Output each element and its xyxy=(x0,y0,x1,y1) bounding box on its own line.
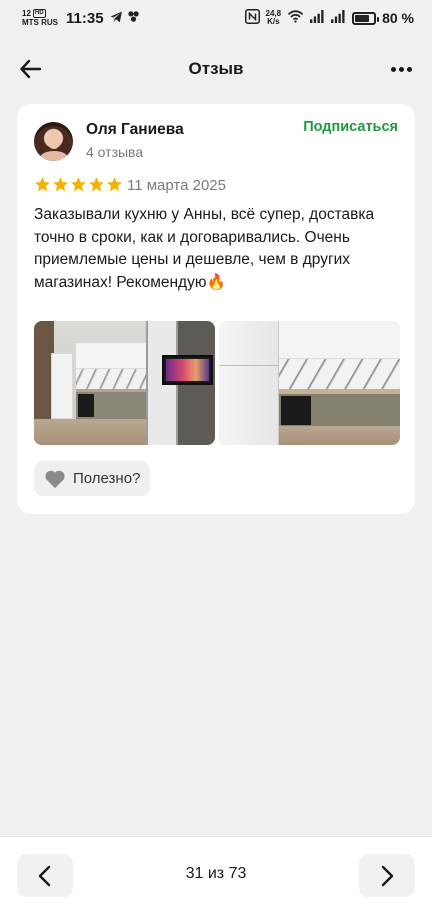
next-review-button[interactable] xyxy=(359,854,415,897)
more-menu-icon[interactable] xyxy=(388,56,414,82)
nfc-icon xyxy=(244,9,260,27)
star-icon xyxy=(88,176,105,193)
heart-icon xyxy=(44,469,66,489)
helpful-label: Полезно? xyxy=(73,470,141,487)
status-bar: 12 HD MTS RUS 11:35 24,8 K/s 80 % xyxy=(0,0,432,36)
clover-icon xyxy=(127,10,140,26)
reviewer-reviews-count: 4 отзыва xyxy=(86,144,144,160)
review-photo[interactable] xyxy=(34,321,215,445)
clock: 11:35 xyxy=(66,9,104,27)
star-icon xyxy=(106,176,123,193)
subscribe-button[interactable]: Подписаться xyxy=(303,119,398,135)
battery-percent: 80 % xyxy=(382,10,414,26)
page-title: Отзыв xyxy=(188,59,244,78)
review-photos xyxy=(34,321,400,445)
bottom-pager-bar: 31 из 73 xyxy=(0,836,432,912)
review-text: Заказывали кухню у Анны, всё супер, дост… xyxy=(34,206,375,291)
avatar[interactable] xyxy=(34,122,73,161)
rating-stars xyxy=(34,176,123,193)
helpful-button[interactable]: Полезно? xyxy=(34,461,151,496)
back-arrow-icon[interactable] xyxy=(18,56,44,82)
reviewer-name[interactable]: Оля Ганиева xyxy=(86,121,184,139)
review-date: 11 марта 2025 xyxy=(127,177,226,194)
signal-1-icon xyxy=(310,10,325,26)
review-photo[interactable] xyxy=(219,321,400,445)
network-tag: HD xyxy=(32,9,46,18)
chevron-right-icon xyxy=(379,865,395,887)
speed-unit: K/s xyxy=(267,17,280,26)
carrier-name: MTS RUS xyxy=(22,18,58,27)
battery-icon xyxy=(352,11,380,25)
telegram-icon xyxy=(110,11,123,26)
review-card: Оля Ганиева 4 отзыва Подписаться 11 март… xyxy=(17,104,415,514)
star-icon xyxy=(52,176,69,193)
wifi-icon xyxy=(287,10,304,26)
signal-2-icon xyxy=(331,10,346,26)
network-speed: 24,8 K/s xyxy=(266,10,282,26)
carrier-info: 12 HD MTS RUS xyxy=(22,9,58,27)
star-icon xyxy=(34,176,51,193)
signal-prefix: 12 xyxy=(22,9,31,18)
star-icon xyxy=(70,176,87,193)
app-header: Отзыв xyxy=(0,36,432,102)
